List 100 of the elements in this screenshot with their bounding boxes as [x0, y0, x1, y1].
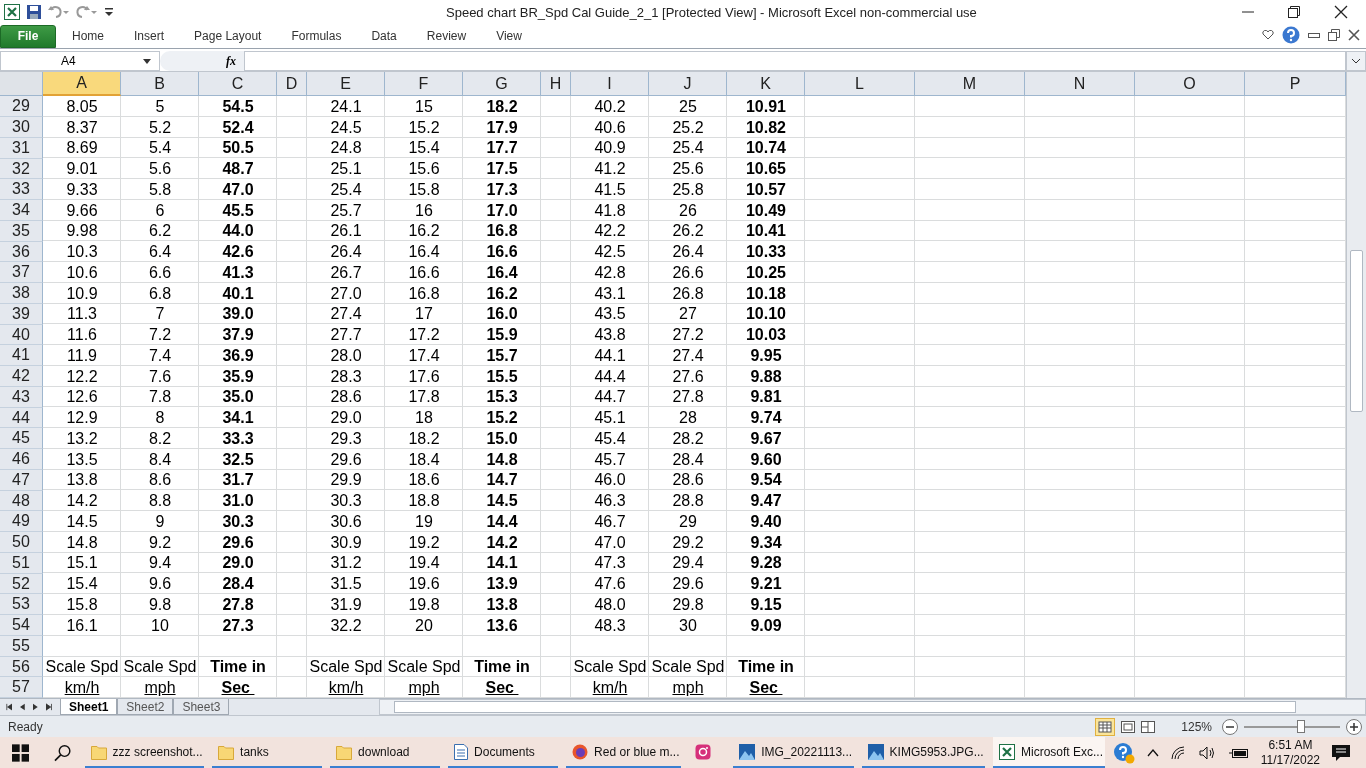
ribbon-tab[interactable]: Formulas — [277, 28, 356, 48]
normal-view-icon[interactable] — [1095, 717, 1116, 736]
row-header[interactable]: 54 — [0, 615, 43, 636]
column-header[interactable]: A — [43, 72, 121, 97]
zoom-out-icon[interactable] — [1222, 718, 1238, 735]
column-header[interactable]: C — [199, 72, 277, 97]
row-header[interactable]: 32 — [0, 158, 43, 180]
row-header[interactable]: 57 — [0, 677, 43, 699]
row-header[interactable]: 51 — [0, 552, 43, 574]
ribbon-tab[interactable]: Review — [412, 28, 481, 48]
ribbon-tab[interactable]: Page Layout — [180, 28, 276, 48]
column-header[interactable]: B — [121, 72, 199, 97]
chevron-up-icon[interactable] — [1146, 748, 1159, 757]
column-header[interactable]: J — [649, 72, 727, 97]
row-header[interactable]: 47 — [0, 469, 43, 491]
row-header[interactable]: 53 — [0, 594, 43, 616]
vertical-scrollbar[interactable] — [1346, 72, 1366, 699]
restore-icon[interactable] — [1328, 28, 1340, 41]
zoom-level[interactable]: 125% — [1161, 719, 1216, 734]
column-header[interactable]: N — [1025, 72, 1135, 97]
row-header[interactable]: 34 — [0, 200, 43, 221]
heart-icon[interactable] — [1262, 29, 1274, 40]
clock-time[interactable]: 6:51 AM — [1268, 737, 1313, 753]
row-header[interactable]: 50 — [0, 532, 43, 553]
restore-icon[interactable] — [1288, 6, 1300, 19]
taskbar-button[interactable]: tanks — [212, 737, 323, 768]
next-sheet-icon[interactable] — [33, 703, 38, 712]
row-header[interactable]: 39 — [0, 303, 43, 325]
column-header[interactable]: E — [307, 72, 385, 97]
file-tab[interactable]: File — [0, 24, 56, 48]
redo-icon[interactable] — [76, 4, 98, 21]
column-header[interactable]: K — [727, 72, 805, 97]
close-icon[interactable] — [1348, 28, 1360, 41]
taskbar-button[interactable]: Documents — [448, 737, 559, 768]
undo-icon[interactable] — [48, 4, 70, 21]
row-header[interactable]: 40 — [0, 324, 43, 346]
help-icon[interactable] — [1282, 25, 1300, 44]
ribbon-tab[interactable]: Insert — [120, 28, 179, 48]
taskbar-button[interactable]: Microsoft Exc... — [993, 737, 1105, 768]
row-header[interactable]: 44 — [0, 407, 43, 429]
row-header[interactable]: 48 — [0, 490, 43, 512]
search-icon[interactable] — [54, 743, 72, 762]
sheet-tab[interactable]: Sheet3 — [173, 699, 230, 716]
row-header[interactable]: 43 — [0, 386, 43, 408]
page-layout-view-icon[interactable] — [1121, 720, 1136, 733]
help-icon[interactable] — [1112, 741, 1135, 764]
row-header[interactable]: 55 — [0, 635, 43, 657]
wifi-icon[interactable] — [1170, 745, 1187, 760]
name-box[interactable]: A4 — [0, 51, 160, 71]
first-sheet-icon[interactable] — [6, 703, 13, 712]
row-header[interactable]: 35 — [0, 220, 43, 242]
column-header[interactable]: L — [805, 72, 915, 97]
column-header[interactable]: D — [277, 72, 307, 97]
taskbar-button[interactable]: KIMG5953.JPG... — [861, 737, 985, 768]
row-header[interactable]: 29 — [0, 96, 43, 118]
column-header[interactable]: G — [463, 72, 541, 97]
row-header[interactable]: 42 — [0, 366, 43, 387]
taskbar-button[interactable]: IMG_20221113... — [733, 737, 854, 768]
ribbon-tab[interactable]: View — [482, 28, 536, 48]
column-header[interactable]: M — [915, 72, 1025, 97]
ribbon-tab[interactable]: Home — [58, 28, 118, 48]
horizontal-scrollbar[interactable] — [379, 699, 1366, 716]
clock-date[interactable]: 11/17/2022 — [1260, 752, 1320, 768]
page-break-view-icon[interactable] — [1141, 720, 1156, 733]
battery-icon[interactable] — [1228, 746, 1249, 759]
sheet-tab[interactable]: Sheet2 — [117, 699, 174, 716]
column-header[interactable]: P — [1245, 72, 1346, 97]
column-header[interactable]: H — [541, 72, 571, 97]
row-header[interactable]: 56 — [0, 656, 43, 678]
formula-input[interactable] — [244, 51, 1346, 71]
function-label[interactable]: fx — [226, 53, 236, 69]
row-header[interactable]: 46 — [0, 449, 43, 470]
row-header[interactable]: 33 — [0, 179, 43, 201]
taskbar-button[interactable]: download — [330, 737, 441, 768]
taskbar-button[interactable]: Red or blue m... — [566, 737, 682, 768]
row-header[interactable]: 36 — [0, 241, 43, 263]
column-header[interactable]: O — [1135, 72, 1245, 97]
zoom-in-icon[interactable] — [1346, 718, 1362, 735]
column-header[interactable]: I — [571, 72, 649, 97]
row-header[interactable]: 31 — [0, 137, 43, 159]
notification-icon[interactable] — [1332, 744, 1350, 761]
taskbar-button[interactable]: zzz screenshot... — [84, 737, 205, 768]
row-header[interactable]: 52 — [0, 573, 43, 595]
row-header[interactable]: 30 — [0, 117, 43, 138]
row-header[interactable]: 37 — [0, 262, 43, 284]
row-header[interactable]: 41 — [0, 345, 43, 367]
row-header[interactable]: 49 — [0, 511, 43, 533]
save-icon[interactable] — [26, 4, 42, 21]
close-icon[interactable] — [1334, 5, 1348, 20]
minimize-icon[interactable] — [1308, 30, 1320, 39]
volume-icon[interactable] — [1198, 745, 1217, 760]
row-header[interactable]: 45 — [0, 428, 43, 450]
sheet-tab[interactable]: Sheet1 — [60, 699, 118, 716]
zoom-slider-thumb[interactable] — [1296, 719, 1305, 733]
windows-start-icon[interactable] — [12, 743, 30, 762]
row-header[interactable]: 38 — [0, 283, 43, 304]
ribbon-tab[interactable]: Data — [357, 28, 411, 48]
previous-sheet-icon[interactable] — [20, 703, 25, 712]
column-header[interactable]: F — [385, 72, 463, 97]
last-sheet-icon[interactable] — [45, 703, 52, 712]
